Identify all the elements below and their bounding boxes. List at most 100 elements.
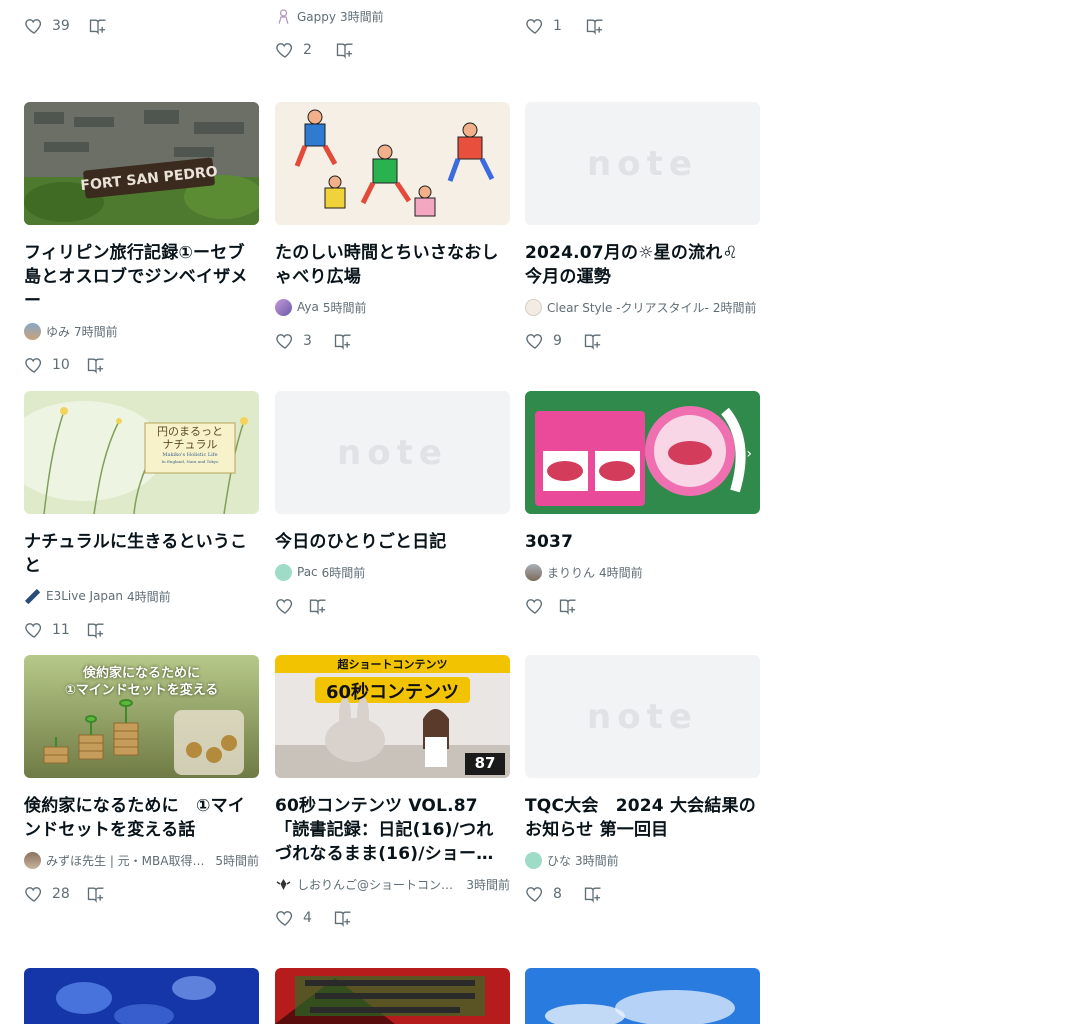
magazine-add-icon[interactable] xyxy=(335,40,355,60)
article-card[interactable] xyxy=(24,968,259,1024)
heart-icon[interactable] xyxy=(275,908,295,928)
thumbnail-image[interactable]: note xyxy=(275,391,510,514)
avatar[interactable] xyxy=(275,8,292,25)
article-title[interactable]: フィリピン旅行記録①ーセブ島とオスロブでジンベイザメー xyxy=(24,241,259,313)
thumb-text: ①マインドセットを変える xyxy=(64,683,219,698)
top-card-3-actions: 1 xyxy=(525,16,605,36)
post-time: 7時間前 xyxy=(74,324,118,339)
article-card[interactable]: 倹約家になるために ①マインドセットを変える 倹約家になるために ①マインドセッ… xyxy=(24,655,259,904)
post-time: 4時間前 xyxy=(127,589,171,604)
thumb-caption: 円のまるっと ナチュラル Makiko's Holistic Life In E… xyxy=(145,425,235,465)
thumbnail-image[interactable]: FORT SAN PEDRO xyxy=(24,102,259,225)
article-card[interactable]: note 2024.07月の☼星の流れ♌︎ 今月の運勢 Clear Style … xyxy=(525,102,760,351)
author-name[interactable]: Aya xyxy=(297,300,319,314)
card-actions: 3 xyxy=(275,331,510,351)
article-card[interactable]: note TQC大会 2024 大会結果のお知らせ 第一回目 ひな 3時間前 8 xyxy=(525,655,760,904)
thumb-text: 円のまるっと xyxy=(157,425,223,438)
author-name[interactable]: みずほ先生 | 元・MBA取得のお金の話好き xyxy=(46,852,211,869)
magazine-add-icon[interactable] xyxy=(333,908,353,928)
author-name[interactable]: E3Live Japan xyxy=(46,589,123,603)
thumbnail-image[interactable]: › xyxy=(525,391,760,514)
heart-icon[interactable] xyxy=(24,884,44,904)
author-row: Clear Style -クリアスタイル- 2時間前 xyxy=(525,298,760,316)
author-row: ひな 3時間前 xyxy=(525,851,760,869)
article-card[interactable]: たのしい時間とちいさなおしゃべり広場 Aya 5時間前 3 xyxy=(275,102,510,351)
author-name[interactable]: ゆみ xyxy=(46,323,70,340)
magazine-add-icon[interactable] xyxy=(308,596,328,616)
article-title[interactable]: 3037 xyxy=(525,530,760,554)
heart-icon[interactable] xyxy=(525,884,545,904)
heart-icon[interactable] xyxy=(525,16,545,36)
thumb-text: 超ショートコンテンツ xyxy=(337,658,448,671)
author-name[interactable]: Gappy xyxy=(297,10,336,24)
thumbnail-image[interactable] xyxy=(24,968,259,1024)
thumbnail-image[interactable]: note xyxy=(525,655,760,778)
avatar[interactable] xyxy=(525,851,542,869)
heart-icon[interactable] xyxy=(275,40,295,60)
thumb-text: ナチュラル xyxy=(162,438,218,451)
placeholder-image: note xyxy=(275,391,510,514)
article-title[interactable]: 倹約家になるために ①マインドセットを変える話 xyxy=(24,794,259,842)
magazine-add-icon[interactable] xyxy=(583,884,603,904)
heart-icon[interactable] xyxy=(525,331,545,351)
heart-icon[interactable] xyxy=(275,331,295,351)
article-title[interactable]: TQC大会 2024 大会結果のお知らせ 第一回目 xyxy=(525,794,760,842)
author-name[interactable]: Clear Style -クリアスタイル- xyxy=(547,299,709,316)
thumbnail-image[interactable] xyxy=(275,968,510,1024)
heart-icon[interactable] xyxy=(24,620,44,640)
heart-icon[interactable] xyxy=(525,596,545,616)
avatar[interactable] xyxy=(24,851,41,869)
article-card[interactable]: FORT SAN PEDRO フィリピン旅行記録①ーセブ島とオスロブでジンベイザ… xyxy=(24,102,259,375)
avatar[interactable] xyxy=(525,563,542,581)
article-title[interactable]: ナチュラルに生きるということ xyxy=(24,530,259,578)
author-name[interactable]: しおりんご@ショートコンテンツ xyxy=(297,876,462,893)
article-title[interactable]: 2024.07月の☼星の流れ♌︎ 今月の運勢 xyxy=(525,241,760,289)
avatar[interactable] xyxy=(525,298,542,316)
author-row: ゆみ 7時間前 xyxy=(24,322,259,340)
thumbnail-image[interactable]: 超ショートコンテンツ 60秒コンテンツ 87 xyxy=(275,655,510,778)
article-title[interactable]: たのしい時間とちいさなおしゃべり広場 xyxy=(275,241,510,289)
magazine-add-icon[interactable] xyxy=(86,620,106,640)
thumbnail-image[interactable]: note xyxy=(525,102,760,225)
article-card[interactable] xyxy=(275,968,510,1024)
magazine-add-icon[interactable] xyxy=(583,331,603,351)
magazine-add-icon[interactable] xyxy=(333,331,353,351)
thumbnail-image[interactable] xyxy=(525,968,760,1024)
author-name[interactable]: Pac xyxy=(297,565,318,579)
chevron-right-icon[interactable]: › xyxy=(746,446,752,462)
like-count: 39 xyxy=(52,18,70,34)
heart-icon[interactable] xyxy=(24,16,44,36)
placeholder-image: note xyxy=(525,102,760,225)
thumbnail-image[interactable]: 円のまるっと ナチュラル Makiko's Holistic Life In E… xyxy=(24,391,259,514)
avatar[interactable] xyxy=(275,875,292,893)
magazine-add-icon[interactable] xyxy=(585,16,605,36)
avatar[interactable] xyxy=(24,587,41,605)
article-title[interactable]: 60秒コンテンツ VOL.87「読書記録：日記(16)/つれづれなるまま(16)… xyxy=(275,794,510,866)
like-count: 9 xyxy=(553,333,562,349)
post-time: 3時間前 xyxy=(575,853,619,868)
magazine-add-icon[interactable] xyxy=(86,355,106,375)
heart-icon[interactable] xyxy=(24,355,44,375)
magazine-add-icon[interactable] xyxy=(86,884,106,904)
article-card[interactable] xyxy=(525,968,760,1024)
avatar[interactable] xyxy=(275,298,292,316)
article-card[interactable]: › 3037 まりりん 4時間前 xyxy=(525,391,760,616)
thumb-caption: 倹約家になるために ①マインドセットを変える xyxy=(24,665,259,699)
article-card[interactable]: note 今日のひとりごと日記 Pac 6時間前 xyxy=(275,391,510,616)
card-actions: 28 xyxy=(24,884,259,904)
thumb-text: 60秒コンテンツ xyxy=(325,682,460,703)
thumbnail-image[interactable] xyxy=(275,102,510,225)
article-card[interactable]: 超ショートコンテンツ 60秒コンテンツ 87 60秒コンテンツ VOL.87「読… xyxy=(275,655,510,928)
magazine-add-icon[interactable] xyxy=(558,596,578,616)
author-name[interactable]: ひな xyxy=(547,852,571,869)
article-title[interactable]: 今日のひとりごと日記 xyxy=(275,530,510,554)
magazine-add-icon[interactable] xyxy=(88,16,108,36)
thumbnail-image[interactable]: 倹約家になるために ①マインドセットを変える xyxy=(24,655,259,778)
author-name[interactable]: まりりん xyxy=(547,564,595,581)
avatar[interactable] xyxy=(275,563,292,581)
heart-icon[interactable] xyxy=(275,596,295,616)
avatar[interactable] xyxy=(24,322,41,340)
post-time: 4時間前 xyxy=(599,565,643,580)
top-card-1-actions: 39 xyxy=(24,16,108,36)
article-card[interactable]: 円のまるっと ナチュラル Makiko's Holistic Life In E… xyxy=(24,391,259,640)
